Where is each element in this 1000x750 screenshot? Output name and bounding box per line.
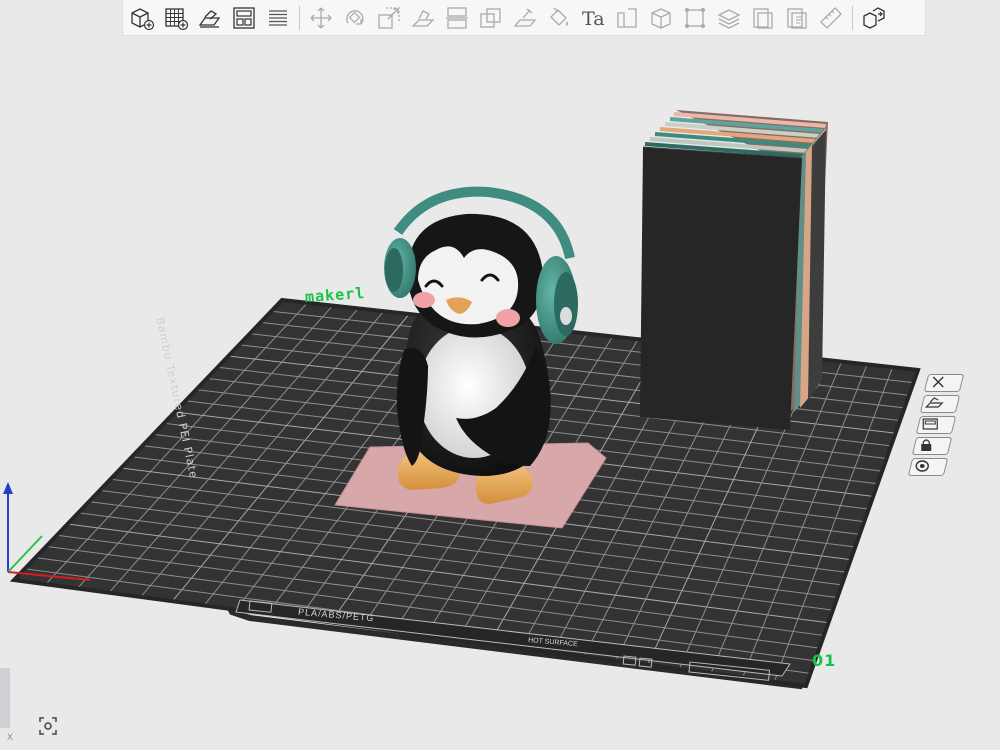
rotate-icon [346, 9, 364, 25]
rotate-button[interactable] [338, 2, 372, 34]
add-plate-button[interactable] [159, 2, 193, 34]
toolbar-separator [852, 5, 853, 30]
paste-button[interactable] [780, 2, 814, 34]
plate-lock-button[interactable] [911, 437, 953, 455]
support-paint-icon [513, 7, 537, 27]
page-button[interactable] [746, 2, 780, 34]
color-paint-button[interactable] [542, 2, 576, 34]
axis-x-label: X [7, 732, 14, 742]
measure-corners-button[interactable] [678, 2, 712, 34]
mesh-boolean-button[interactable] [644, 2, 678, 34]
lay-on-face-icon [411, 9, 435, 27]
prime-tower[interactable] [640, 110, 828, 430]
ruler-button[interactable] [814, 2, 848, 34]
arrange-button[interactable] [227, 2, 261, 34]
layer-stack-button[interactable] [712, 2, 746, 34]
scene [3, 110, 921, 690]
view-cube-edge[interactable] [0, 668, 10, 728]
gear-icon [915, 460, 929, 472]
plate-arrange-button[interactable] [915, 416, 957, 434]
focus-icon [39, 717, 57, 735]
move-button[interactable] [304, 2, 338, 34]
layers-icon [269, 9, 287, 26]
move-icon [310, 7, 332, 28]
top-toolbar: Ta [122, 0, 926, 36]
plate-close-button[interactable] [923, 374, 965, 392]
lock-icon [921, 439, 932, 451]
orient-icon [198, 9, 221, 28]
lay-on-face-button[interactable] [406, 2, 440, 34]
ruler-icon [820, 6, 842, 29]
plate-orient-button[interactable] [919, 395, 961, 413]
assembly-icon [863, 6, 885, 29]
camera-reset-button[interactable] [36, 714, 60, 738]
3d-viewport[interactable] [0, 36, 1000, 750]
arrange-icon [233, 6, 255, 29]
close-icon [932, 376, 944, 388]
variable-layer-icon [617, 7, 637, 28]
assembly-view-button[interactable] [857, 2, 891, 34]
text-button[interactable]: Ta [576, 2, 610, 34]
boolean-icon [480, 7, 501, 28]
text-tool-glyph: Ta [582, 8, 605, 30]
stack-icon [717, 8, 741, 29]
scale-icon [378, 6, 400, 29]
paste-icon [787, 7, 807, 29]
cut-icon [446, 6, 468, 29]
add-object-button[interactable] [125, 2, 159, 34]
cube-add-icon [131, 7, 155, 30]
orient-icon [924, 397, 944, 408]
support-paint-button[interactable] [508, 2, 542, 34]
auto-orient-button[interactable] [193, 2, 227, 34]
cube-outline-icon [651, 7, 671, 29]
text-icon: Ta [582, 8, 605, 30]
toolbar-separator [299, 5, 300, 30]
plate-settings-button[interactable] [907, 458, 949, 476]
split-view-button[interactable] [261, 2, 295, 34]
plate-number: 01 [812, 651, 837, 670]
page-icon [753, 7, 773, 29]
paint-bucket-icon [550, 7, 568, 26]
boolean-button[interactable] [474, 2, 508, 34]
scale-button[interactable] [372, 2, 406, 34]
grid-add-icon [165, 7, 189, 30]
variable-layer-button[interactable] [610, 2, 644, 34]
arrange-icon [922, 418, 938, 430]
frame-icon [685, 7, 705, 28]
cut-button[interactable] [440, 2, 474, 34]
